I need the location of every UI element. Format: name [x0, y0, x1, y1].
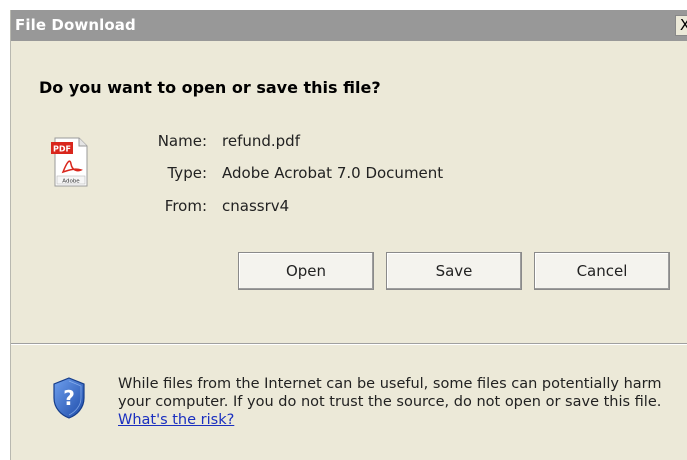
save-button[interactable]: Save	[386, 252, 522, 290]
svg-text:?: ?	[63, 386, 75, 410]
type-label: Type:	[167, 164, 207, 182]
type-value: Adobe Acrobat 7.0 Document	[222, 164, 444, 182]
name-label: Name:	[157, 132, 207, 150]
adobe-brand-text: Adobe	[62, 179, 80, 185]
pdf-badge-text: PDF	[53, 145, 71, 154]
file-download-dialog: File Download X Do you want to open or s…	[10, 10, 687, 460]
separator-highlight	[11, 344, 687, 345]
pdf-file-icon: PDF Adobe	[51, 137, 88, 187]
dialog-question: Do you want to open or save this file?	[39, 78, 381, 97]
name-value: refund.pdf	[222, 132, 300, 150]
window-title: File Download	[15, 16, 136, 34]
from-label: From:	[164, 197, 207, 215]
open-button[interactable]: Open	[238, 252, 374, 290]
from-value: cnassrv4	[222, 197, 290, 215]
security-warning: While files from the Internet can be use…	[118, 375, 678, 429]
shield-question-icon: ?	[53, 377, 85, 419]
cancel-button[interactable]: Cancel	[534, 252, 670, 290]
whats-the-risk-link[interactable]: What's the risk?	[118, 412, 234, 428]
warning-text: While files from the Internet can be use…	[118, 376, 662, 410]
close-button[interactable]: X	[675, 15, 687, 36]
title-bar[interactable]: File Download X	[11, 10, 687, 41]
